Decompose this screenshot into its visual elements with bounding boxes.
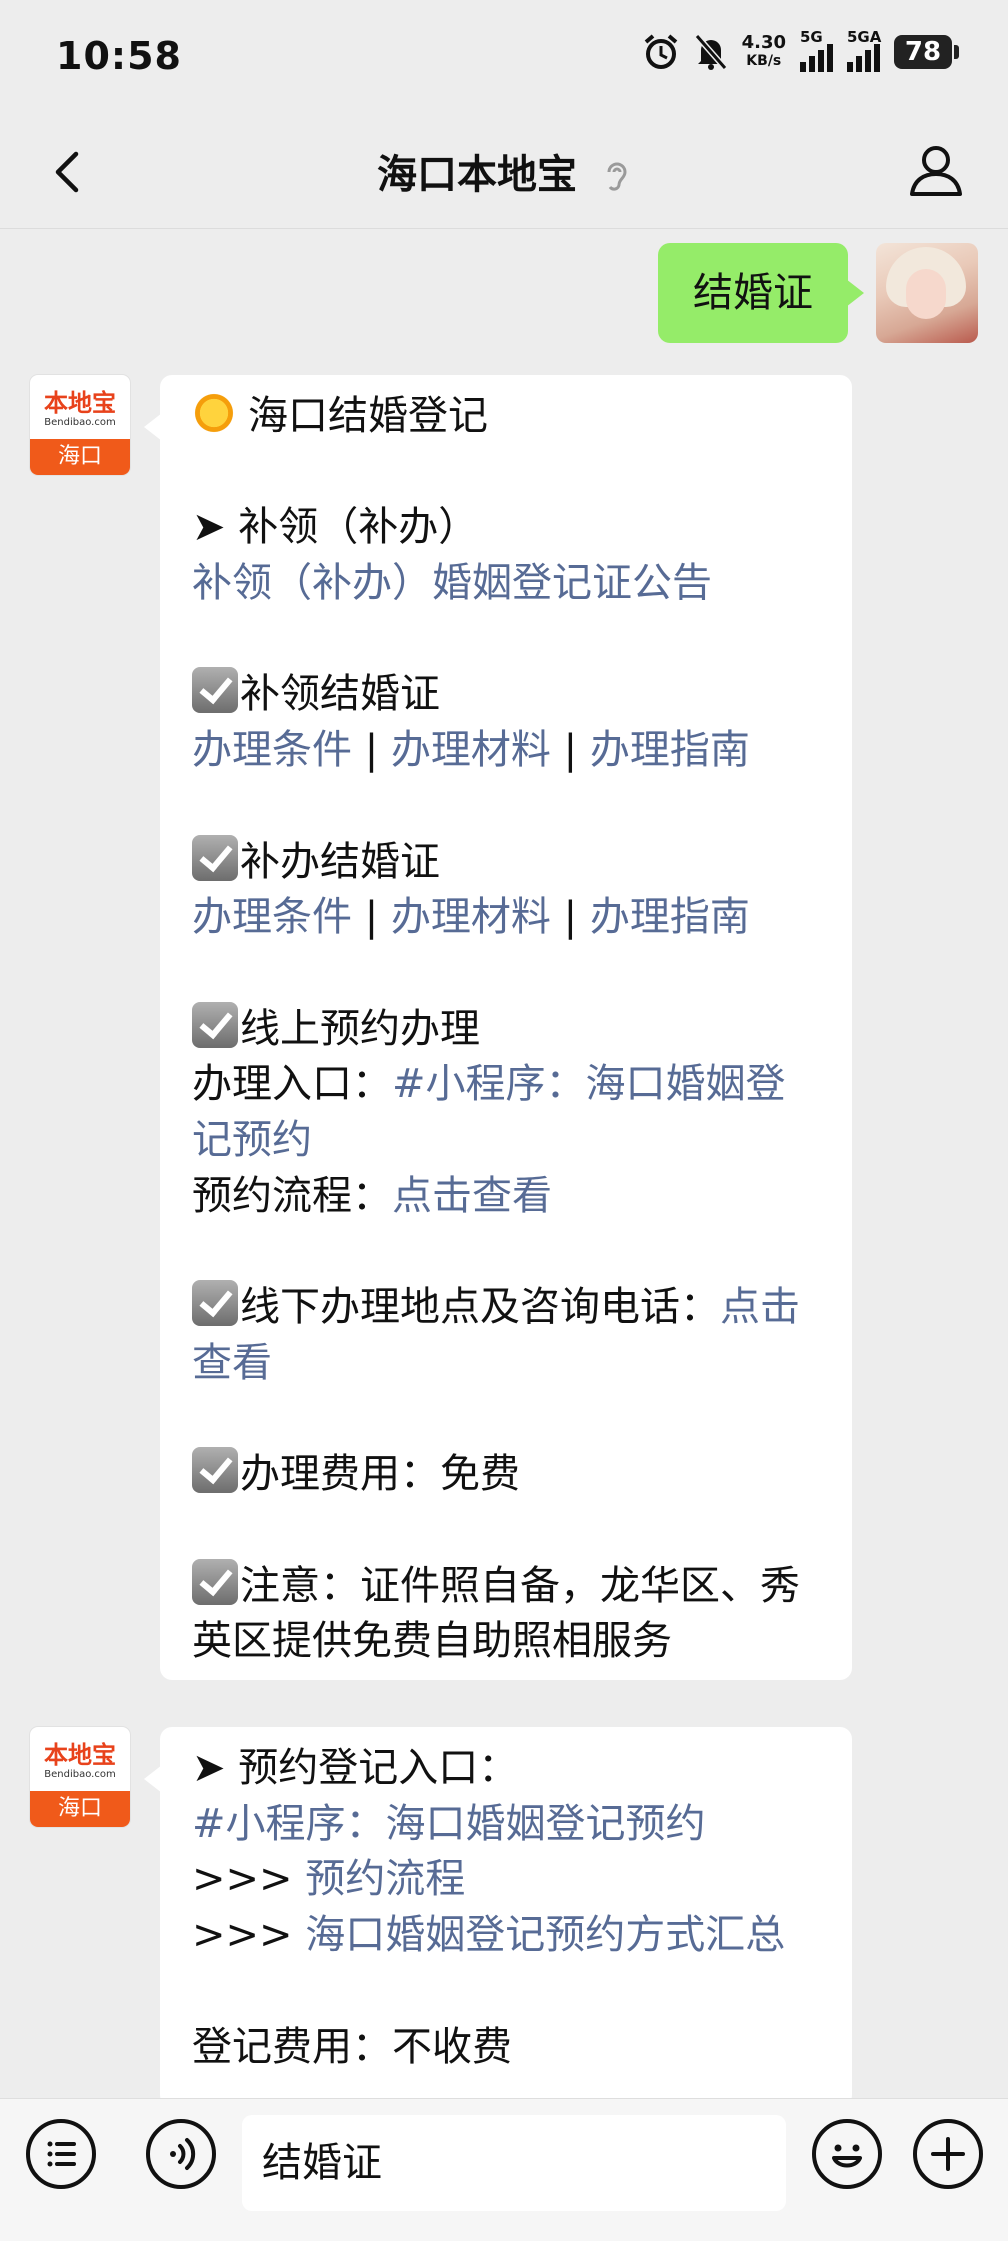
arrow-prefix: >>> (192, 1912, 293, 1959)
booking-flow-link[interactable]: 预约流程 (305, 1856, 465, 1902)
net2-label: 5GA (847, 28, 882, 46)
view-flow-link[interactable]: 点击查看 (392, 1173, 552, 1219)
status-icons: 4.30 KB/s 5G 5GA 78 (642, 28, 959, 72)
bot-avatar[interactable]: 本地宝 Bendibao.com 海口 (30, 1727, 130, 1827)
section-title-text: 线上预约办理 (240, 1005, 480, 1052)
materials-link[interactable]: 办理材料 (391, 894, 551, 940)
section-online-title: 线上预约办理 (192, 1001, 822, 1058)
message-heading: 海口结婚登记 (192, 389, 822, 445)
status-bar: 10:58 4.30 KB/s 5G 5GA 78 (0, 0, 1008, 118)
chat-header: 海口本地宝 (0, 118, 1008, 229)
more-button[interactable] (913, 2119, 983, 2189)
conditions-link[interactable]: 办理条件 (192, 894, 352, 940)
booking-flow-row: >>> 预约流程 (192, 1852, 822, 1908)
net1-label: 5G (800, 28, 823, 46)
note-text: 注意：证件照自备，龙华区、秀英区提供免费自助照相服务 (192, 1562, 800, 1665)
bot-avatar-site: Bendibao.com (44, 1769, 116, 1780)
online-flow: 预约流程：点击查看 (192, 1169, 822, 1225)
section-fee: 办理费用：免费 (192, 1447, 822, 1503)
signal-5ga-icon: 5GA (847, 28, 881, 72)
reissue-cert-links: 办理条件 | 办理材料 | 办理指南 (192, 723, 822, 779)
signal-5g-icon: 5G (800, 28, 833, 72)
chat-title: 海口本地宝 (0, 142, 1008, 200)
booking-summary-row: >>> 海口婚姻登记预约方式汇总 (192, 1908, 822, 1964)
miniprogram-link[interactable]: #小程序：海口婚姻登记预约 (192, 1797, 822, 1853)
speed-unit: KB/s (746, 53, 782, 69)
heading-text: 海口结婚登记 (248, 393, 488, 439)
emoji-icon (832, 2144, 862, 2168)
guide-link[interactable]: 办理指南 (590, 894, 750, 940)
guide-link[interactable]: 办理指南 (590, 727, 750, 773)
bot-avatar-logo: 本地宝 (44, 389, 116, 417)
menu-button[interactable] (26, 2119, 96, 2189)
bot-avatar-logo: 本地宝 (44, 1741, 116, 1769)
materials-link[interactable]: 办理材料 (391, 727, 551, 773)
bot-avatar-city: 海口 (30, 1791, 130, 1827)
plus-icon (931, 2137, 965, 2171)
speed-value: 4.30 (741, 32, 786, 53)
ear-mode-icon (607, 162, 627, 191)
status-time: 10:58 (56, 34, 182, 78)
bot-avatar-city: 海口 (30, 439, 130, 475)
flow-label: 预约流程： (192, 1172, 392, 1219)
section-reissue-title: ➤ 补领（补办） (192, 504, 479, 551)
bot-message-2: ➤ 预约登记入口： #小程序：海口婚姻登记预约 >>> 预约流程 >>> 海口婚… (144, 1727, 852, 2107)
separator: | (563, 727, 578, 774)
message-input[interactable]: 结婚证 (242, 2115, 786, 2211)
list-menu-icon (47, 2141, 76, 2167)
mute-bell-icon (694, 34, 727, 70)
online-entry: 办理入口：#小程序：海口婚姻登记预约 (192, 1057, 822, 1168)
bot-avatar[interactable]: 本地宝 Bendibao.com 海口 (30, 375, 130, 475)
voice-button[interactable] (146, 2119, 216, 2189)
checkbox-icon (192, 667, 238, 714)
checkbox-icon (192, 1447, 238, 1494)
separator: | (364, 727, 379, 774)
reissue-notice-link[interactable]: 补领（补办）婚姻登记证公告 (192, 556, 822, 612)
booking-methods-link[interactable]: 海口婚姻登记预约方式汇总 (305, 1912, 785, 1958)
replace-cert-links: 办理条件 | 办理材料 | 办理指南 (192, 890, 822, 946)
emoji-button[interactable] (812, 2119, 882, 2189)
chat-title-text: 海口本地宝 (377, 152, 577, 198)
bot-message-1: 海口结婚登记 ➤ 补领（补办） 补领（补办）婚姻登记证公告 补领结婚证 办理条件… (144, 375, 852, 1681)
battery-icon: 78 (894, 35, 959, 69)
registration-fee: 登记费用：不收费 (192, 2023, 512, 2070)
offline-text: 线下办理地点及咨询电话： (240, 1284, 720, 1331)
checkbox-icon (192, 1558, 238, 1605)
section-reissue-cert-title: 补领结婚证 (192, 667, 822, 723)
section-replace-cert-title: 补办结婚证 (192, 834, 822, 891)
booking-entry-title: ➤ 预约登记入口： (192, 1745, 519, 1791)
section-note: 注意：证件照自备，龙华区、秀英区提供免费自助照相服务 (192, 1558, 822, 1670)
input-bar: 结婚证 (0, 2098, 1008, 2241)
checkbox-icon (192, 1280, 238, 1327)
section-title-text: 补办结婚证 (240, 838, 440, 885)
section-offline: 线下办理地点及咨询电话：点击查看 (192, 1280, 822, 1391)
bot-avatar-site: Bendibao.com (44, 417, 116, 428)
sun-icon (192, 391, 236, 435)
checkbox-icon (192, 1001, 238, 1048)
alarm-icon (644, 34, 677, 69)
my-avatar[interactable] (876, 243, 978, 343)
separator: | (364, 894, 379, 941)
checkbox-icon (192, 834, 238, 881)
section-title-text: 补领结婚证 (240, 671, 440, 718)
profile-icon[interactable] (906, 140, 966, 200)
separator: | (563, 894, 578, 941)
my-message-bubble[interactable]: 结婚证 (658, 243, 864, 343)
network-speed: 4.30 KB/s (742, 34, 786, 70)
voice-icon (170, 2138, 196, 2170)
fee-text: 办理费用：免费 (240, 1451, 520, 1498)
conditions-link[interactable]: 办理条件 (192, 727, 352, 773)
arrow-prefix: >>> (192, 1856, 293, 1903)
entry-label: 办理入口： (192, 1061, 392, 1108)
